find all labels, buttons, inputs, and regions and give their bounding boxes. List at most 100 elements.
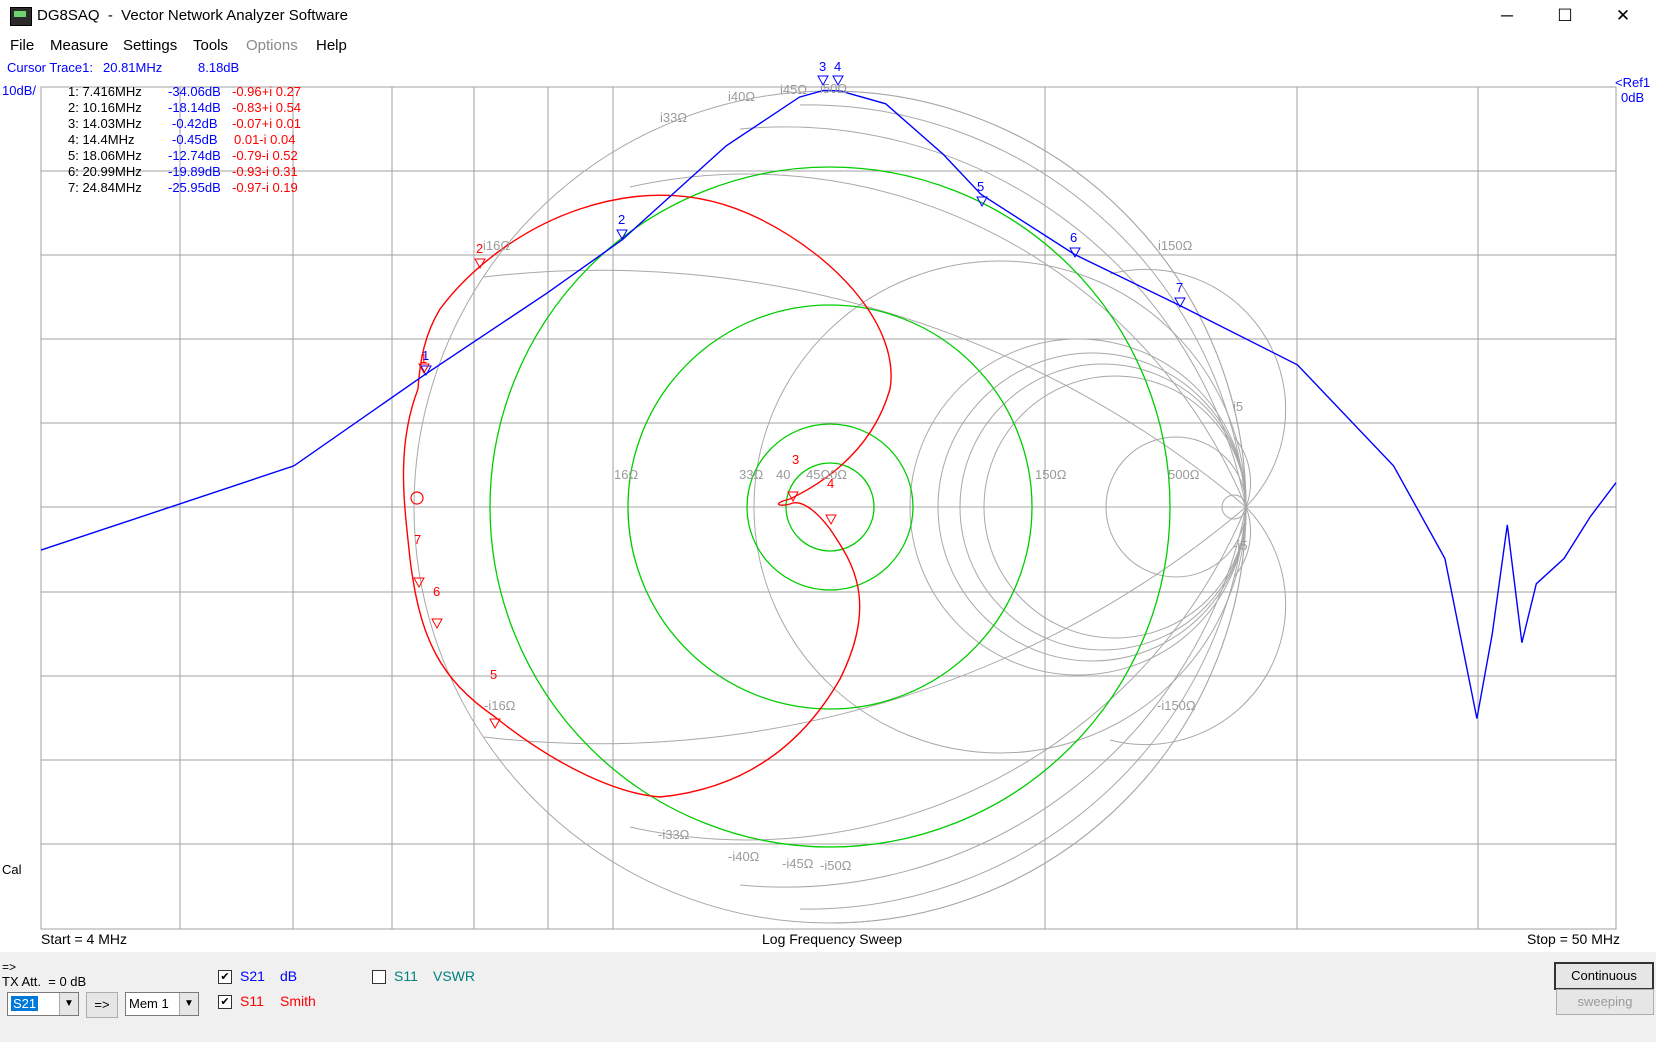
smith-xn150-label: -i150Ω	[1157, 698, 1196, 713]
menu-options[interactable]: Options	[246, 37, 298, 54]
smith-grid	[413, 90, 1287, 924]
maximize-button[interactable]: ☐	[1536, 0, 1594, 31]
close-button[interactable]: ✕	[1594, 0, 1652, 31]
menu-file[interactable]: File	[10, 37, 34, 54]
smith-xp40-label: i40Ω	[728, 89, 756, 104]
trace2-format[interactable]: Smith	[280, 993, 316, 1009]
marker-freq: 3: 14.03MHz	[68, 116, 142, 131]
smith-r50-label: 0Ω	[830, 467, 847, 482]
smith-r45-label: 45Ω	[806, 467, 831, 482]
marker-db: -25.95dB	[168, 180, 221, 195]
smith-xp150-label: i150Ω	[1158, 238, 1193, 253]
continuous-button[interactable]: Continuous	[1554, 962, 1654, 990]
marker-impedance: -0.97-i 0.19	[232, 180, 298, 195]
scale-per-div: 10dB/	[2, 83, 36, 98]
trace-select-dropdown[interactable]: S21 ▼	[7, 992, 79, 1016]
marker-impedance: -0.07+i 0.01	[232, 116, 302, 131]
transfer-to-memory-button[interactable]: =>	[86, 992, 118, 1018]
s11-reference-marker	[410, 491, 424, 505]
ref-label: <Ref1	[1615, 75, 1651, 90]
marker-impedance: -0.79-i 0.52	[232, 148, 298, 163]
s11-trace-checkbox[interactable]: ✔	[218, 995, 232, 1009]
smith-xn33-label: -i33Ω	[658, 827, 690, 842]
marker-impedance: 0.01-i 0.04	[234, 132, 296, 147]
smith-r500-label: 500Ω	[1168, 467, 1200, 482]
s21-marker-3: 3	[819, 59, 827, 74]
menu-bar: File Measure Settings Tools Options Help	[0, 31, 1656, 59]
smith-r40-label: 40	[776, 467, 791, 482]
smith-xn50-label: -i50Ω	[820, 858, 852, 873]
s21-marker-5: 5	[977, 179, 985, 194]
s11-marker-glyphs	[413, 258, 837, 730]
s11-vswr-checkbox[interactable]	[372, 970, 386, 984]
trace-select-value: S21	[11, 996, 39, 1011]
s11-marker-7: 7	[414, 532, 422, 547]
window-title: DG8SAQ - Vector Network Analyzer Softwar…	[37, 7, 348, 24]
chevron-down-icon[interactable]: ▼	[179, 993, 198, 1015]
trace1-format[interactable]: dB	[280, 968, 297, 984]
s21-marker-glyphs	[420, 75, 1186, 377]
marker-db: -0.45dB	[172, 132, 218, 147]
sweeping-button[interactable]: sweeping	[1556, 989, 1654, 1015]
chevron-down-icon[interactable]: ▼	[59, 993, 78, 1015]
marker-freq: 5: 18.06MHz	[68, 148, 142, 163]
control-panel: => TX Att. = 0 dB S21 ▼ => Mem 1 ▼ ✔ S21…	[0, 952, 1656, 1042]
start-frequency: Start = 4 MHz	[41, 931, 127, 947]
smith-xn40-label: -i40Ω	[728, 849, 760, 864]
s11-marker-6: 6	[433, 584, 441, 599]
s21-marker-4: 4	[834, 59, 842, 74]
smith-xn500-label: -i5	[1233, 538, 1248, 553]
memory-select-value: Mem 1	[129, 996, 169, 1011]
smith-r16-label: 16Ω	[614, 467, 639, 482]
menu-measure[interactable]: Measure	[50, 37, 108, 54]
minimize-button[interactable]: ─	[1478, 0, 1536, 31]
cal-indicator: Cal	[2, 862, 22, 877]
memory-select-dropdown[interactable]: Mem 1 ▼	[125, 992, 199, 1016]
s11-marker-1: 1	[420, 351, 428, 366]
smith-xp16-label: i16Ω	[483, 238, 511, 253]
menu-settings[interactable]: Settings	[123, 37, 177, 54]
marker-freq: 2: 10.16MHz	[68, 100, 142, 115]
marker-db: -18.14dB	[168, 100, 221, 115]
s21-marker-6: 6	[1070, 230, 1078, 245]
cursor-value: 8.18dB	[198, 60, 240, 75]
trace3-format[interactable]: VSWR	[433, 968, 475, 984]
ref-db: 0dB	[1621, 90, 1645, 105]
menu-help[interactable]: Help	[316, 37, 347, 54]
smith-xp33-label: i33Ω	[660, 110, 688, 125]
menu-tools[interactable]: Tools	[193, 37, 228, 54]
s21-marker-2: 2	[618, 212, 626, 227]
smith-xp50-label: i50Ω	[820, 81, 848, 96]
sweep-type: Log Frequency Sweep	[762, 931, 903, 947]
s11-marker-3: 3	[792, 452, 800, 467]
app-icon	[10, 7, 32, 26]
trace3-name: S11	[394, 968, 418, 984]
marker-freq: 7: 24.84MHz	[68, 180, 142, 195]
marker-impedance: -0.83+i 0.54	[232, 100, 302, 115]
plot-area[interactable]: Cursor Trace1: 20.81MHz 8.18dB 10dB/ <Re…	[0, 59, 1656, 952]
marker-freq: 1: 7.416MHz	[68, 84, 142, 99]
smith-xp500-label: i5	[1233, 399, 1244, 414]
title-bar: DG8SAQ - Vector Network Analyzer Softwar…	[0, 0, 1656, 31]
s11-marker-5: 5	[490, 667, 498, 682]
trace2-name: S11	[240, 993, 264, 1009]
smith-xn45-label: -i45Ω	[782, 856, 814, 871]
marker-db: -12.74dB	[168, 148, 221, 163]
cursor-label: Cursor Trace1:	[7, 60, 93, 75]
smith-xn16-label: -i16Ω	[484, 698, 516, 713]
tx-attenuation: TX Att. = 0 dB	[2, 974, 87, 989]
marker-freq: 4: 14.4MHz	[68, 132, 135, 147]
s21-marker-7: 7	[1176, 280, 1184, 295]
trace1-name: S21	[240, 968, 265, 984]
rect-grid	[40, 86, 1617, 930]
marker-db: -34.06dB	[168, 84, 221, 99]
s11-smith-trace	[402, 194, 892, 798]
stop-frequency: Stop = 50 MHz	[1527, 931, 1620, 947]
s21-trace-checkbox[interactable]: ✔	[218, 970, 232, 984]
smith-xp45-label: i45Ω	[780, 82, 808, 97]
marker-db: -19.89dB	[168, 164, 221, 179]
marker-db: -0.42dB	[172, 116, 218, 131]
arrow-indicator: =>	[2, 960, 17, 974]
smith-r33-label: 33Ω	[739, 467, 764, 482]
cursor-frequency: 20.81MHz	[103, 60, 163, 75]
